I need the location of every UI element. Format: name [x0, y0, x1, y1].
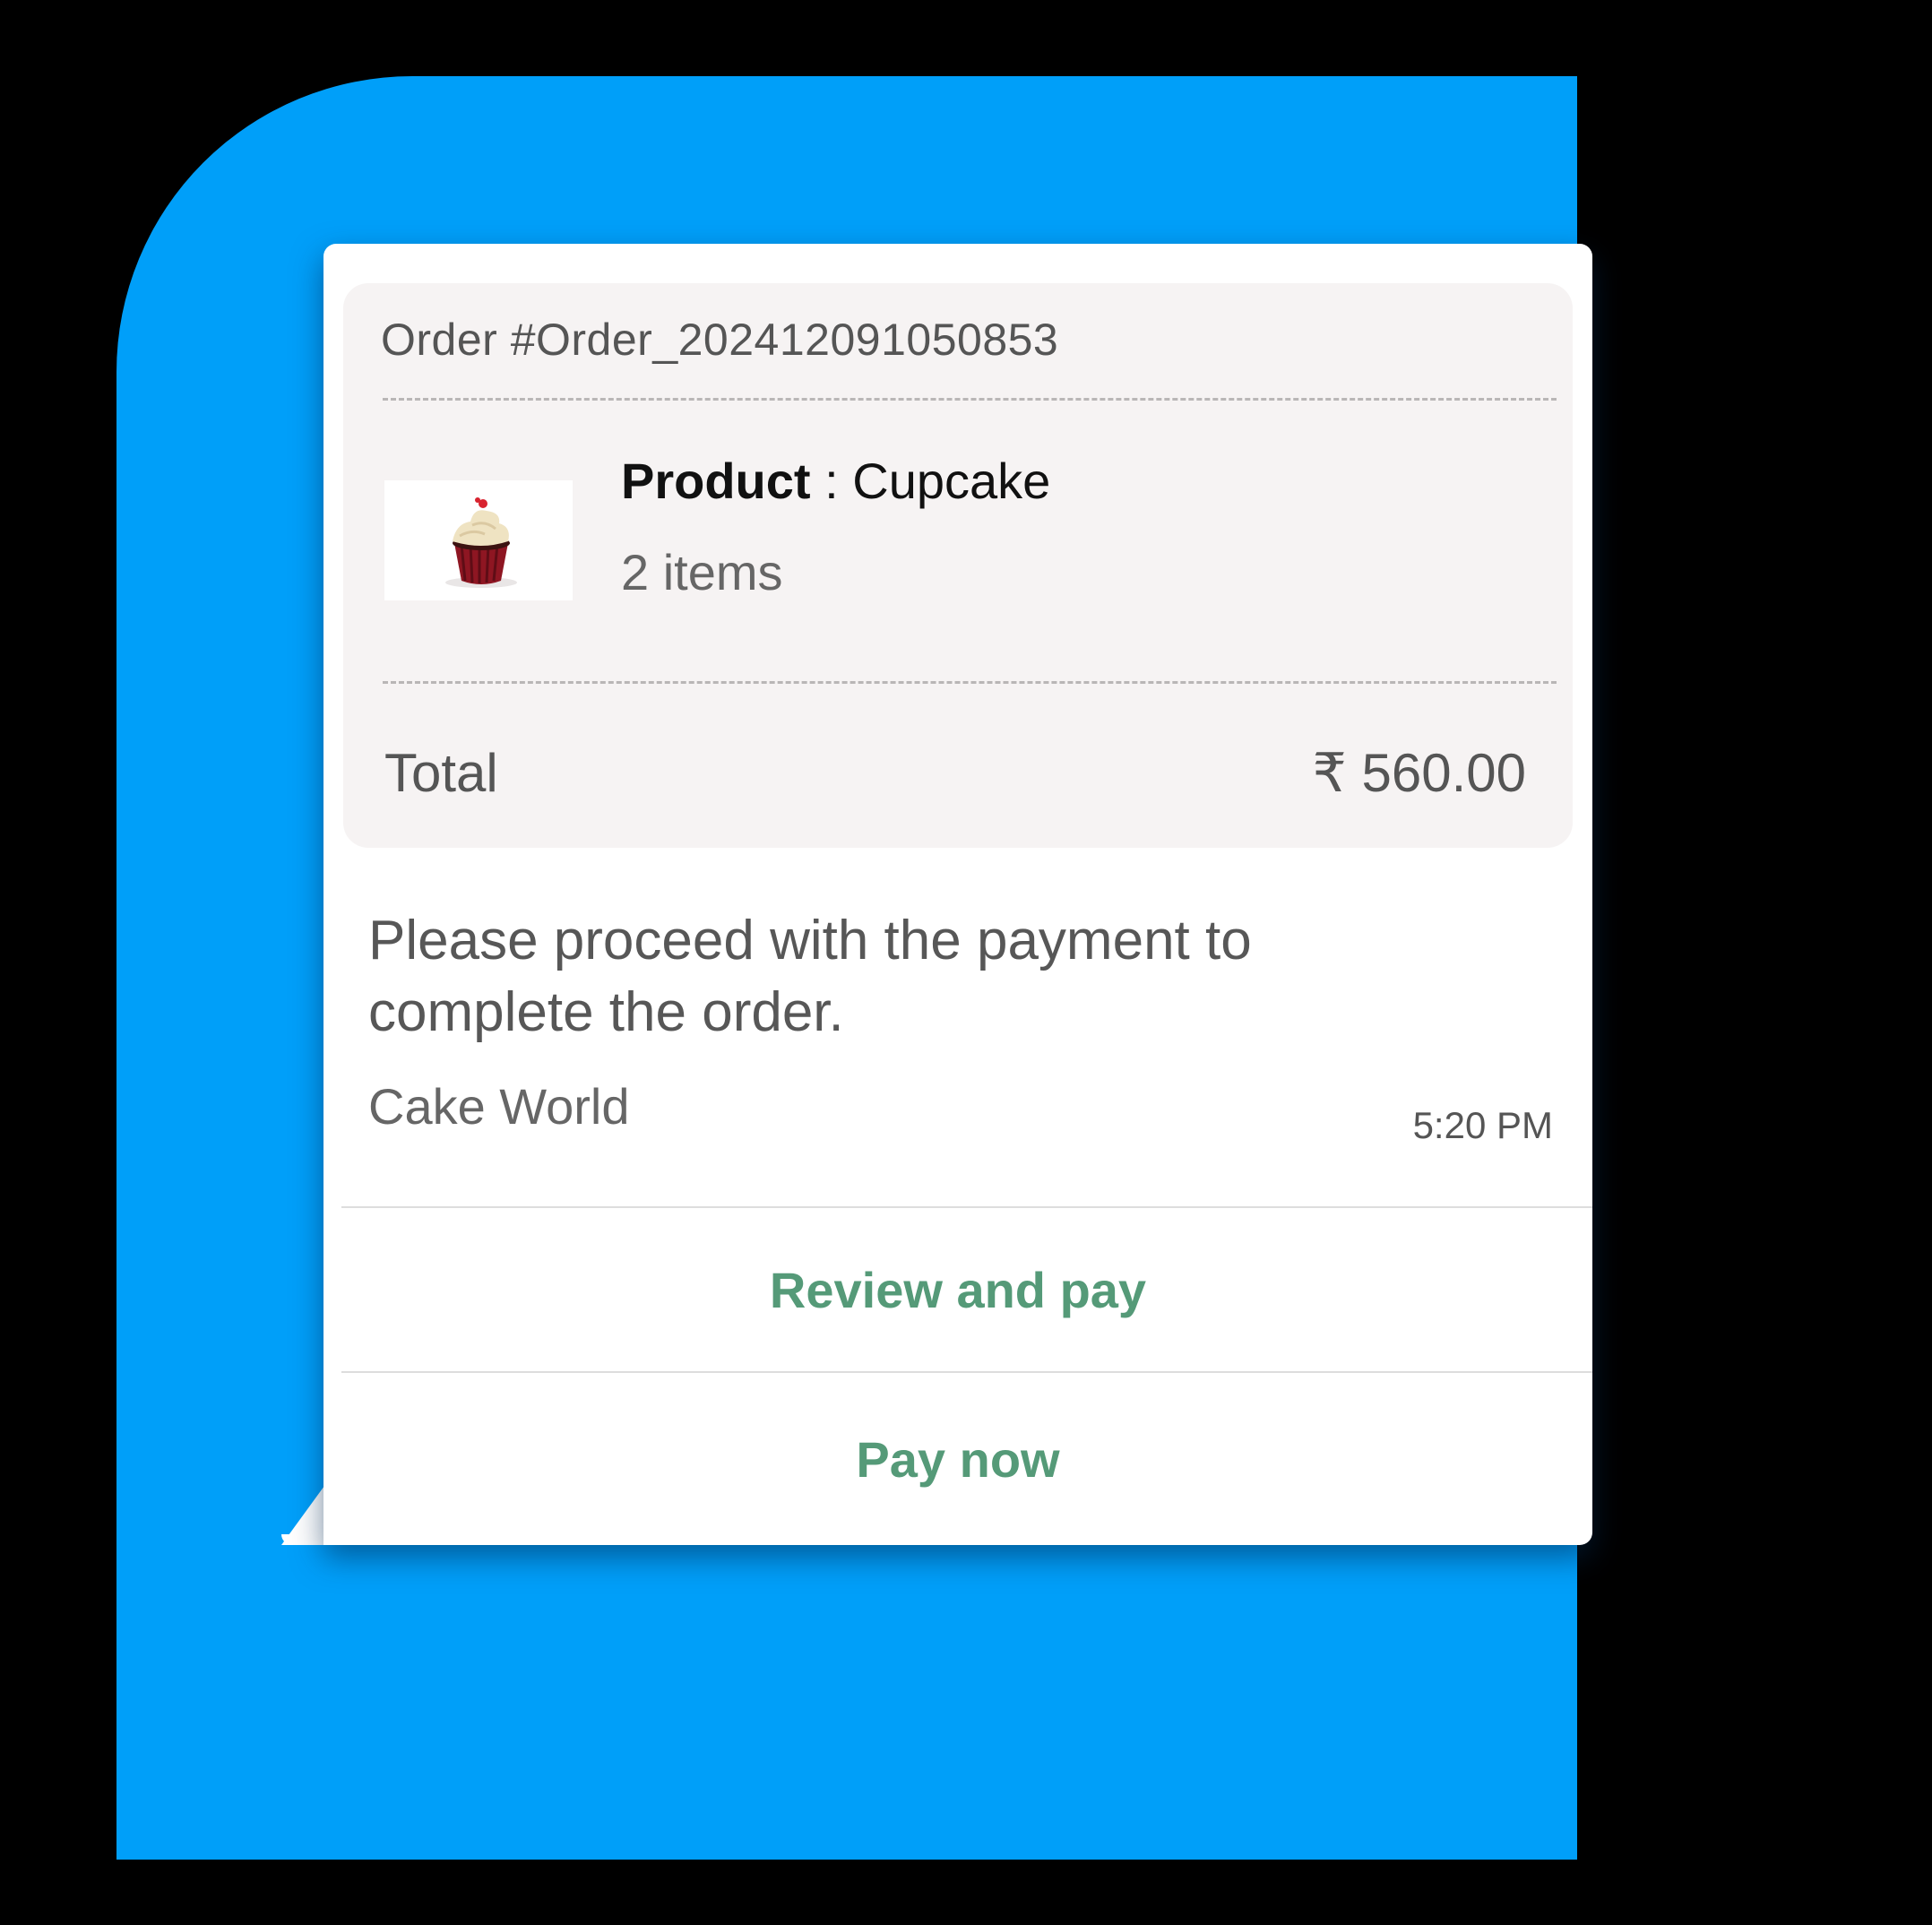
product-name: Cupcake	[852, 453, 1051, 509]
message-timestamp: 5:20 PM	[1412, 1104, 1553, 1146]
product-thumbnail[interactable]	[384, 480, 573, 600]
seller-name: Cake World	[368, 1078, 630, 1135]
cupcake-image	[445, 497, 517, 588]
product-line: Product : Cupcake	[621, 452, 1050, 510]
product-label: Product	[621, 453, 811, 509]
dashed-divider	[383, 398, 1557, 401]
items-count: 2 items	[621, 544, 783, 600]
review-and-pay-button[interactable]: Review and pay	[323, 1212, 1592, 1369]
order-card[interactable]: Order #Order_202412091050853 Product : C…	[343, 283, 1573, 848]
order-message-bubble: Order #Order_202412091050853 Product : C…	[323, 244, 1592, 1545]
dashed-divider	[383, 681, 1557, 684]
order-title: Order #Order_202412091050853	[381, 315, 1059, 365]
pay-now-button[interactable]: Pay now	[323, 1375, 1592, 1545]
action-divider	[341, 1371, 1592, 1373]
total-label: Total	[384, 743, 498, 803]
product-separator: :	[810, 453, 853, 509]
action-divider	[341, 1206, 1592, 1208]
total-value: ₹ 560.00	[1312, 743, 1526, 803]
message-text: Please proceed with the payment to compl…	[368, 910, 1252, 1043]
screen: Order #Order_202412091050853 Product : C…	[0, 0, 1932, 1925]
